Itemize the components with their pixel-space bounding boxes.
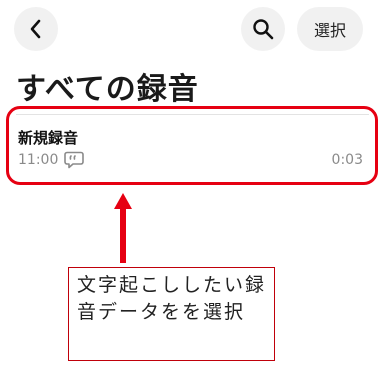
back-button[interactable] [14, 7, 58, 51]
select-button[interactable]: 選択 [297, 7, 363, 51]
annotation-arrow-up-icon [114, 193, 132, 263]
annotation-callout: 文字起こししたい録音データをを選択 [68, 267, 275, 361]
recording-time: 11:00 [18, 152, 59, 168]
page-title: すべての録音 [16, 72, 199, 107]
voice-memos-screen: 選択 すべての録音 新規録音 11:00 0:03 文字起こししたい録音データを… [0, 0, 383, 368]
recording-duration: 0:03 [331, 152, 363, 168]
search-icon [253, 19, 274, 40]
recording-title: 新規録音 [18, 129, 79, 147]
search-button[interactable] [241, 7, 285, 51]
transcript-bubble-icon [64, 151, 84, 169]
chevron-left-icon [30, 19, 41, 39]
recording-list-item[interactable]: 新規録音 11:00 0:03 [6, 106, 378, 185]
